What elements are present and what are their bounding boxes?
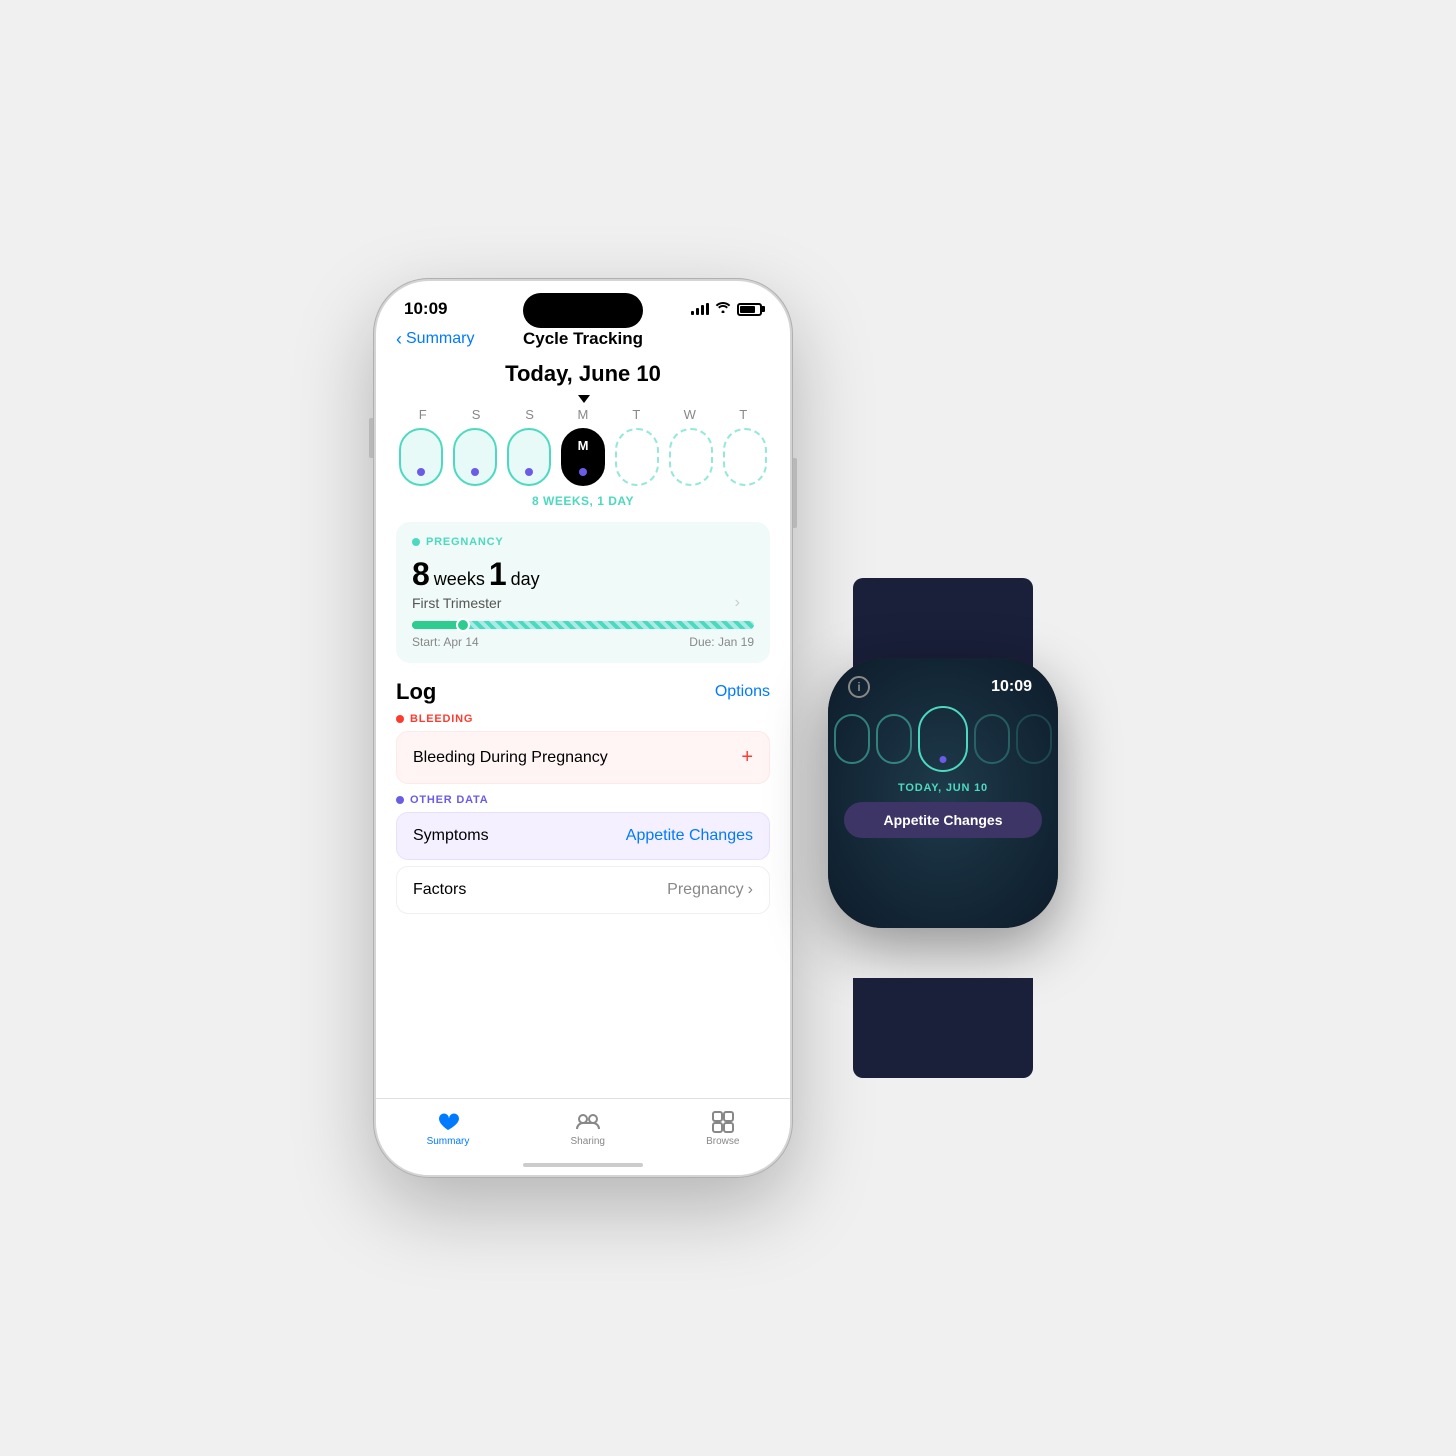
factors-label: Factors [413,881,466,899]
symptoms-label: Symptoms [413,827,489,845]
today-arrow-icon [578,395,590,403]
tab-summary[interactable]: Summary [427,1109,470,1147]
day-circle-wed[interactable] [669,428,713,486]
iphone-screen: 10:09 [376,281,790,1175]
day-circle-thu[interactable] [723,428,767,486]
pregnancy-progress-bar [412,621,754,629]
weeks-label: 8 WEEKS, 1 DAY [392,494,774,508]
other-data-label-text: OTHER DATA [410,794,488,806]
pregnancy-chevron-icon: › [735,594,740,612]
pregnancy-card[interactable]: PREGNANCY 8 weeks 1 day First Trimester [396,522,770,663]
watch-info-icon: i [857,680,860,694]
watch-date-label: TODAY, JUN 10 [898,782,988,794]
watch-time: 10:09 [844,678,1042,696]
other-data-section-label: OTHER DATA [396,794,770,806]
watch-action-button[interactable]: Appetite Changes [844,802,1042,838]
apple-watch: i 10:09 TODAY, JUN 10 Appetite Changes [803,658,1083,998]
watch-circle-next2 [1016,714,1052,764]
factors-chevron-icon: › [748,881,753,899]
battery-icon [737,303,762,316]
bleeding-dot-icon [396,715,404,723]
back-label[interactable]: Summary [406,330,474,348]
bleeding-section-label: BLEEDING [396,713,770,725]
watch-circle-dot [940,756,947,763]
due-date: Due: Jan 19 [689,635,754,649]
watch-circle-prev1 [834,714,870,764]
pregnancy-label-text: PREGNANCY [426,536,504,548]
date-header: Today, June 10 [396,361,770,387]
tab-summary-label: Summary [427,1136,470,1147]
iphone-device: 10:09 [373,278,793,1178]
dynamic-island [523,293,643,328]
tab-sharing-label: Sharing [570,1136,604,1147]
browse-icon [710,1109,736,1133]
day-circles: M [392,428,774,486]
start-date: Start: Apr 14 [412,635,479,649]
pregnancy-weeks: 8 weeks 1 day [412,556,754,593]
day-circle-sun[interactable] [507,428,551,486]
day-labels: F S S M T W T [392,407,774,422]
factors-row[interactable]: Factors Pregnancy › [396,866,770,914]
nav-title: Cycle Tracking [523,329,643,349]
pregnancy-dot-icon [412,538,420,546]
watch-calendar-circles [834,706,1052,772]
log-section: Log Options BLEEDING Bleeding During Pre… [396,679,770,914]
weeks-number: 8 [412,556,430,593]
heart-icon [435,1109,461,1133]
sharing-icon [575,1109,601,1133]
main-content: Today, June 10 F S S M T W T [376,357,790,920]
symptoms-row[interactable]: Symptoms Appetite Changes [396,812,770,860]
bleeding-item-label: Bleeding During Pregnancy [413,749,608,767]
tab-browse[interactable]: Browse [706,1109,739,1147]
wifi-icon [715,300,731,318]
trimester-label: First Trimester [412,595,754,611]
log-header: Log Options [396,679,770,705]
nav-header: ‹ Summary Cycle Tracking [376,323,790,357]
back-chevron-icon: ‹ [396,329,402,350]
back-button[interactable]: ‹ Summary [396,329,474,350]
tab-sharing[interactable]: Sharing [570,1109,604,1147]
watch-body: i 10:09 TODAY, JUN 10 Appetite Changes [828,658,1058,928]
status-time: 10:09 [404,299,447,319]
day-circle-tue[interactable] [615,428,659,486]
scene: 10:09 [178,128,1278,1328]
bleeding-section: BLEEDING Bleeding During Pregnancy + [396,713,770,784]
add-bleeding-icon[interactable]: + [741,746,753,769]
calendar-strip[interactable]: F S S M T W T [392,395,774,508]
watch-band-bottom [853,978,1033,1078]
other-data-dot-icon [396,796,404,804]
bleeding-row[interactable]: Bleeding During Pregnancy + [396,731,770,784]
other-data-section: OTHER DATA Symptoms Appetite Changes Fac… [396,794,770,914]
day-number: 1 [489,556,507,593]
tab-browse-label: Browse [706,1136,739,1147]
options-button[interactable]: Options [715,683,770,701]
bleeding-label-text: BLEEDING [410,713,473,725]
day-circle-mon-selected[interactable]: M [561,428,605,486]
day-unit: day [511,569,540,590]
weeks-unit: weeks [434,569,485,590]
log-title: Log [396,679,436,705]
day-circle-sat[interactable] [453,428,497,486]
status-icons [691,300,762,318]
today-indicator [392,395,774,403]
watch-circle-today [918,706,968,772]
watch-info-button[interactable]: i [848,676,870,698]
pregnancy-section-label: PREGNANCY [412,536,754,548]
home-indicator [523,1163,643,1167]
watch-circle-next1 [974,714,1010,764]
pregnancy-dates: Start: Apr 14 Due: Jan 19 [412,635,754,649]
signal-icon [691,303,709,315]
symptoms-value: Appetite Changes [626,827,753,845]
watch-screen: i 10:09 TODAY, JUN 10 Appetite Changes [828,658,1058,928]
factors-value: Pregnancy › [667,881,753,899]
watch-circle-prev2 [876,714,912,764]
day-circle-fri[interactable] [399,428,443,486]
